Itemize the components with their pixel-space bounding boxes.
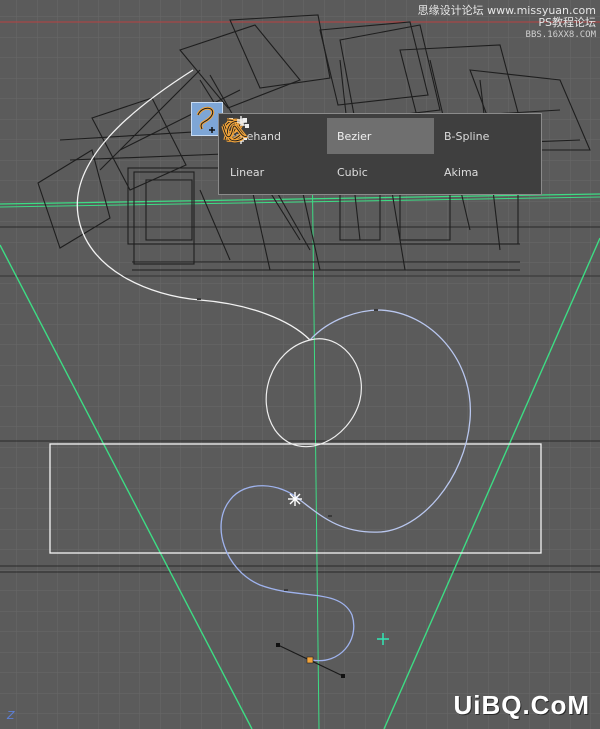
axis-z-label: Z xyxy=(7,709,15,722)
menu-item-label: Akima xyxy=(444,165,479,179)
watermark-line: BBS.16XX8.COM xyxy=(525,30,596,40)
spline-type-menu: Freehand Bezier B-Spline Linear Cubic Ak… xyxy=(218,113,542,195)
watermark-bottom: UiBQ.CoM xyxy=(453,690,590,720)
watermark-line: PS教程论坛 xyxy=(538,16,596,29)
viewport[interactable]: Freehand Bezier B-Spline Linear Cubic Ak… xyxy=(0,0,600,729)
menu-item-bezier[interactable]: Bezier xyxy=(223,118,434,154)
menu-item-cubic[interactable]: Cubic xyxy=(225,116,434,190)
menu-item-bspline[interactable]: B-Spline xyxy=(226,118,542,154)
menu-item-linear[interactable]: Linear xyxy=(220,118,327,190)
menu-item-label: B-Spline xyxy=(444,129,490,143)
menu-item-akima[interactable]: Akima xyxy=(221,118,542,190)
viewport-grid xyxy=(0,0,600,729)
active-spline-point xyxy=(306,656,314,664)
center-star-icon xyxy=(288,492,302,506)
menu-item-label: Linear xyxy=(230,165,265,179)
menu-item-label: Bezier xyxy=(337,129,372,143)
viewport-canvas[interactable] xyxy=(0,0,600,729)
akima-spline-icon xyxy=(221,118,248,139)
menu-item-label: Cubic xyxy=(337,165,368,179)
watermark-top: 思缘设计论坛 www.missyuan.com PS教程论坛 BBS.16XX8… xyxy=(418,5,596,41)
